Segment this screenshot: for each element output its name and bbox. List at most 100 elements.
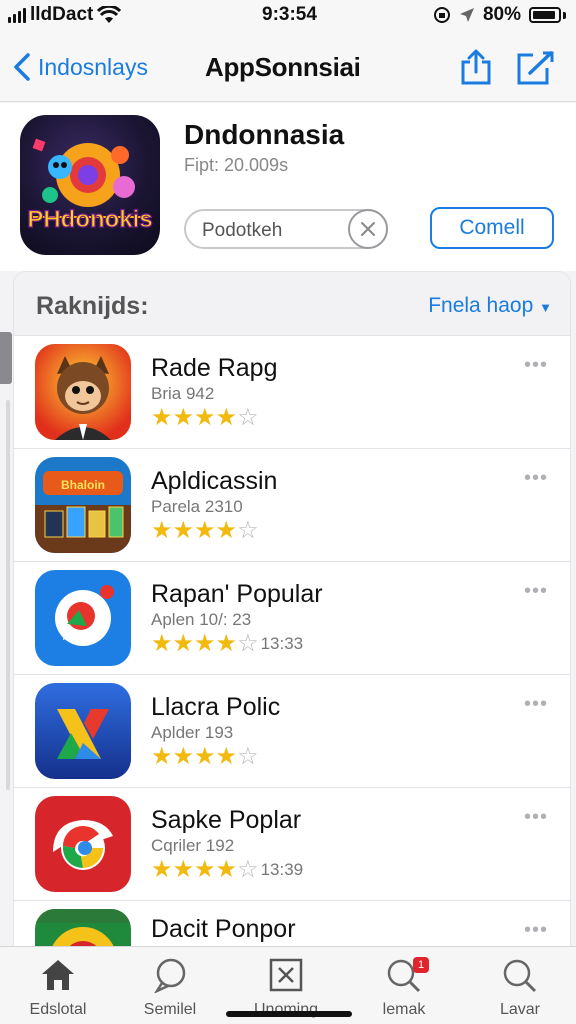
- app-header: PHdonokis Dndonnasia Fipt: 20.009s Podot…: [0, 103, 576, 271]
- app-title: Rapan' Popular: [151, 580, 323, 608]
- rating-stars: ★ ★ ★ ★ ☆: [151, 745, 259, 769]
- tab-label: Edslotal: [29, 1001, 87, 1018]
- list-item[interactable]: Rade Rapg Bria 942 ★ ★ ★ ★ ☆ •••: [14, 336, 570, 449]
- scrollbar[interactable]: [6, 400, 10, 790]
- app-title: Llacra Polic: [151, 693, 281, 721]
- carrier-label: lldDact: [30, 4, 94, 25]
- star-full-icon: ★: [151, 404, 173, 431]
- star-full-icon: ★: [215, 856, 238, 883]
- star-full-icon: ★: [172, 517, 195, 544]
- back-button[interactable]: Indosnlays: [12, 52, 148, 82]
- home-indicator[interactable]: [226, 1011, 352, 1017]
- list-item[interactable]: Llacra Polic Aplder 193 ★ ★ ★ ★ ☆ •••: [14, 675, 570, 788]
- back-label: Indosnlays: [38, 53, 148, 80]
- tab-edslotal[interactable]: Edslotal: [8, 955, 108, 1019]
- rating-count: 13:33: [260, 634, 304, 653]
- star-full-icon: ★: [194, 630, 216, 657]
- list-item[interactable]: Rapan' Popular Aplen 10/: 23 ★ ★ ★ ★ ☆ 13:33…: [14, 562, 570, 675]
- rating-count: 13:39: [260, 860, 304, 879]
- star-full-icon: ★: [215, 743, 238, 770]
- compose-icon[interactable]: [515, 50, 555, 86]
- star-empty-icon: ☆: [237, 517, 259, 544]
- tab-unoming[interactable]: Unoming: [236, 955, 336, 1019]
- app-thumbnail: [35, 796, 131, 892]
- list-item[interactable]: Dacit Ponpor •••: [14, 901, 570, 948]
- location-icon: [459, 8, 474, 22]
- star-full-icon: ★: [151, 856, 173, 883]
- tab-label: Lavar: [499, 1001, 541, 1018]
- page-title: AppSonnsiai: [205, 52, 361, 82]
- search-field[interactable]: Podotkeh: [184, 209, 388, 249]
- close-icon: [361, 222, 375, 236]
- clear-search-button[interactable]: [348, 209, 388, 249]
- tab-lemak[interactable]: 1 lemak: [354, 955, 454, 1019]
- notification-badge: 1: [413, 957, 429, 973]
- star-full-icon: ★: [172, 743, 195, 770]
- speech-bubble-icon: [120, 955, 220, 995]
- navigation-bar: Indosnlays AppSonnsiai: [0, 30, 576, 102]
- star-full-icon: ★: [172, 856, 195, 883]
- board-game-icon: Bhaloin: [35, 457, 131, 553]
- star-empty-icon: ☆: [237, 404, 259, 431]
- app-meta: Aplen 10/: 23: [151, 610, 252, 629]
- app-thumbnail: Bhaloin: [35, 457, 131, 553]
- wifi-icon: [97, 6, 122, 23]
- more-options-button[interactable]: •••: [524, 919, 548, 942]
- more-options-button[interactable]: •••: [524, 354, 548, 377]
- tab-lavar[interactable]: Lavar: [470, 955, 570, 1019]
- orientation-lock-icon: [433, 7, 450, 23]
- list-item[interactable]: Bhaloin Apldicassin Parela 2310 ★ ★ ★ ★ ☆ ••…: [14, 449, 570, 562]
- chat-bubble-icon: [35, 570, 131, 666]
- board-game-icon-text: Bhaloin: [61, 478, 105, 492]
- rankings-title: Raknijds:: [36, 292, 149, 320]
- more-options-button[interactable]: •••: [524, 693, 548, 716]
- search-badge-icon: 1: [354, 955, 454, 995]
- more-options-button[interactable]: •••: [524, 806, 548, 829]
- browser-logo-icon: [35, 796, 131, 892]
- rankings-filter-dropdown[interactable]: Fnela haop ▼: [428, 294, 552, 318]
- star-empty-icon: ☆: [237, 743, 259, 770]
- house-icon: [8, 955, 108, 995]
- circle-logo-icon: [35, 909, 131, 948]
- chevron-down-icon: ▼: [539, 300, 552, 315]
- star-full-icon: ★: [172, 630, 195, 657]
- app-title: Apldicassin: [151, 467, 278, 495]
- app-title: Rade Rapg: [151, 354, 278, 382]
- tab-label: Semilel: [143, 1001, 197, 1018]
- star-full-icon: ★: [194, 856, 216, 883]
- more-options-button[interactable]: •••: [524, 580, 548, 603]
- more-options-button[interactable]: •••: [524, 467, 548, 490]
- chevron-left-icon: [14, 53, 30, 81]
- star-empty-icon: ☆: [237, 856, 259, 883]
- search-value: Podotkeh: [202, 220, 283, 241]
- list-item[interactable]: Sapke Poplar Cqriler 192 ★ ★ ★ ★ ☆ 13:39 •••: [14, 788, 570, 901]
- edge-tab[interactable]: [0, 332, 12, 384]
- rating-stars: ★ ★ ★ ★ ☆: [151, 519, 259, 543]
- status-left: lldDact: [8, 4, 122, 26]
- clock: 9:3:54: [262, 4, 317, 25]
- star-full-icon: ★: [172, 404, 195, 431]
- share-icon[interactable]: [458, 48, 494, 86]
- app-name: Dndonnasia: [184, 119, 345, 150]
- character-icon: [35, 344, 131, 440]
- app-meta: Aplder 193: [151, 723, 234, 742]
- star-full-icon: ★: [151, 517, 173, 544]
- star-full-icon: ★: [194, 743, 216, 770]
- tab-semilel[interactable]: Semilel: [120, 955, 220, 1019]
- app-thumbnail: [35, 683, 131, 779]
- battery-tip: [563, 11, 566, 19]
- app-meta: Cqriler 192: [151, 836, 235, 855]
- status-bar: lldDact 9:3:54 80%: [0, 0, 576, 30]
- app-meta: Parela 2310: [151, 497, 243, 516]
- letter-x-icon: [35, 683, 131, 779]
- get-button[interactable]: Comell: [430, 207, 554, 249]
- app-title: Dacit Ponpor: [151, 915, 296, 943]
- app-thumbnail: [35, 909, 131, 948]
- signal-icon: [8, 7, 26, 23]
- star-full-icon: ★: [151, 743, 173, 770]
- app-icon[interactable]: PHdonokis: [20, 115, 160, 255]
- battery-percent: 80%: [482, 4, 521, 25]
- star-full-icon: ★: [194, 517, 216, 544]
- star-empty-icon: ☆: [237, 630, 259, 657]
- rankings-panel: Raknijds: Fnela haop ▼ Rade Rapg Bria 94…: [14, 272, 570, 948]
